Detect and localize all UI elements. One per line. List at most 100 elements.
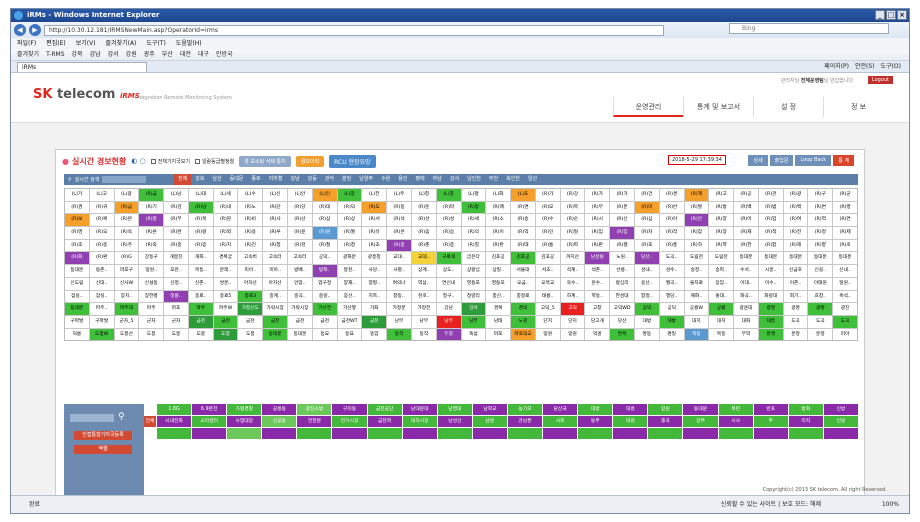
alarm-cell[interactable]: 도봉산 [114, 328, 139, 341]
alarm-cell[interactable]: 명동 [634, 328, 659, 341]
alarm-cell[interactable]: (R)신 [610, 214, 634, 227]
alarm-cell[interactable]: 무악 [734, 328, 758, 341]
alarm-cell[interactable]: (R)양 [709, 214, 734, 227]
alarm-cell[interactable]: (R)연 [833, 214, 857, 227]
alarm-cell[interactable]: (R)적 [758, 227, 783, 239]
alarm-cell[interactable]: 고덕 [560, 303, 585, 315]
alarm-cell[interactable]: 중랑.. [312, 290, 337, 303]
alarm-cell[interactable]: 금천 [362, 315, 387, 328]
alarm-cell[interactable]: (R)철 [312, 239, 337, 252]
alarm-cell[interactable]: 석계.. [560, 265, 585, 277]
alarm-cell[interactable]: (R)의 [461, 227, 486, 239]
alarm-cell[interactable]: (R)재 [734, 227, 758, 239]
alarm-cell[interactable]: 등촌.. [89, 265, 114, 277]
alarm-cell[interactable]: 이대.. [734, 277, 758, 290]
alarm-cell[interactable]: 금천 [288, 315, 312, 328]
summary-cell[interactable] [227, 428, 262, 439]
alarm-cell[interactable]: (R)경 [659, 189, 684, 201]
alarm-cell[interactable]: 남성빌 [585, 252, 610, 265]
alarm-cell[interactable]: 종로3 [238, 290, 263, 303]
alarm-cell[interactable]: 선릉.. [610, 265, 634, 277]
alarm-cell[interactable]: (R)단 [263, 201, 288, 214]
alarm-cell[interactable]: 석촌.. [585, 265, 610, 277]
alarm-cell[interactable]: 군자 [139, 315, 164, 328]
alarm-cell[interactable]: 정릉.. [164, 290, 188, 303]
alarm-cell[interactable]: 이촌.. [783, 277, 808, 290]
alarm-history-button[interactable]: 경보이력 [295, 155, 325, 167]
alarm-cell[interactable]: (R)함 [758, 239, 783, 252]
alarm-cell[interactable]: 송파.. [709, 265, 734, 277]
alarm-cell[interactable]: 파주대 [114, 303, 139, 315]
alarm-cell[interactable]: 마포대교 [511, 328, 535, 341]
alarm-cell[interactable]: (R)동 [387, 201, 411, 214]
region-tab[interactable]: 동대문 [226, 174, 248, 185]
alarm-cell[interactable]: (R)응 [436, 227, 461, 239]
alarm-cell[interactable]: 공릉W [684, 303, 709, 315]
alarm-cell[interactable]: 효창.. [808, 290, 833, 303]
alarm-cell[interactable]: 금천 [312, 315, 337, 328]
alarm-cell[interactable]: (R)송 [511, 214, 535, 227]
alarm-cell[interactable]: (R)가 [535, 189, 560, 201]
region-tab[interactable]: 강동 [304, 174, 321, 185]
alarm-cell[interactable]: 망원 [535, 328, 560, 341]
alarm-cell[interactable]: 광명 [783, 303, 808, 315]
alarm-cell[interactable]: (R)태 [511, 239, 535, 252]
alarm-cell[interactable]: 고속터 [263, 252, 288, 265]
alarm-cell[interactable]: (R)소 [486, 214, 511, 227]
summary-cell[interactable] [144, 428, 156, 439]
summary-cell[interactable]: 시내전화 [157, 416, 192, 427]
alarm-cell[interactable]: 마포 [164, 303, 188, 315]
browser-tab[interactable]: iRMs [17, 61, 147, 72]
alarm-cell[interactable]: (R)증 [188, 239, 213, 252]
alarm-cell[interactable]: 남부 [387, 315, 411, 328]
forward-button[interactable]: ▶ [29, 24, 41, 36]
alarm-cell[interactable]: 교대.. [411, 252, 436, 265]
alarm-cell[interactable]: (R)가 [610, 189, 634, 201]
alarm-cell[interactable]: 도곡 [808, 315, 833, 328]
alarm-cell[interactable]: 역삼.. [411, 277, 436, 290]
region-tab[interactable]: 북인천 [502, 174, 524, 185]
alarm-cell[interactable]: 대방 [659, 315, 684, 328]
alarm-cell[interactable]: (R)창 [263, 239, 288, 252]
ie-tool-menu[interactable]: 안전(S) [855, 62, 875, 72]
alarm-cell[interactable]: 문래.. [213, 265, 238, 277]
alarm-cell[interactable]: 강서 [461, 303, 486, 315]
alarm-cell[interactable]: (R)방 [709, 201, 734, 214]
alarm-cell[interactable]: 신대.. [89, 277, 114, 290]
alarm-cell[interactable]: (R)순 [560, 214, 585, 227]
alarm-cell[interactable]: (R)익 [511, 227, 535, 239]
alarm-cell[interactable]: 가산옆 [337, 303, 362, 315]
alarm-cell[interactable]: 미아.. [238, 265, 263, 277]
alarm-cell[interactable]: 공덕 [659, 303, 684, 315]
alarm-cell[interactable]: (R)금 [114, 201, 139, 214]
alarm-cell[interactable]: 당산 [610, 315, 634, 328]
grade-sort-checkbox[interactable]: 일람등급별정렬 [194, 158, 234, 165]
alarm-cell[interactable]: 구파발 [65, 315, 89, 328]
alarm-cell[interactable]: 종로5 [213, 290, 238, 303]
region-tab[interactable]: 종로 [247, 174, 264, 185]
summary-cell[interactable]: 남성산 [437, 416, 472, 427]
alarm-cell[interactable]: 신길.. [808, 265, 833, 277]
summary-cell[interactable] [823, 428, 858, 439]
menu-item[interactable]: 도구(T) [146, 38, 165, 49]
loopback-button[interactable]: Loop Back [795, 155, 832, 166]
alarm-cell[interactable]: 지축.. [362, 290, 387, 303]
summary-cell[interactable] [683, 428, 718, 439]
alarm-cell[interactable]: (R)세 [461, 214, 486, 227]
zoom-level[interactable]: 100% [882, 496, 899, 513]
summary-cell[interactable]: 전체 [144, 416, 156, 427]
alarm-cell[interactable]: (R)영 [65, 227, 89, 239]
region-tab[interactable]: 남산 [208, 174, 225, 185]
alarm-cell[interactable]: 잠실.. [89, 290, 114, 303]
alarm-cell[interactable]: 도곡 [783, 315, 808, 328]
alarm-cell[interactable]: 홍대.. [709, 290, 734, 303]
alarm-cell[interactable]: 봉천.. [337, 265, 362, 277]
alarm-cell[interactable]: 왕십리 [610, 277, 634, 290]
alarm-cell[interactable]: (R)본 [114, 214, 139, 227]
alarm-cell[interactable]: (R)모 [535, 201, 560, 214]
alarm-cell[interactable]: (R)작 [659, 227, 684, 239]
region-tab[interactable]: 남인천 [463, 174, 485, 185]
alarm-cell[interactable]: 신정.. [164, 277, 188, 290]
summary-cell[interactable] [437, 428, 472, 439]
alarm-cell[interactable]: 망원 [560, 328, 585, 341]
